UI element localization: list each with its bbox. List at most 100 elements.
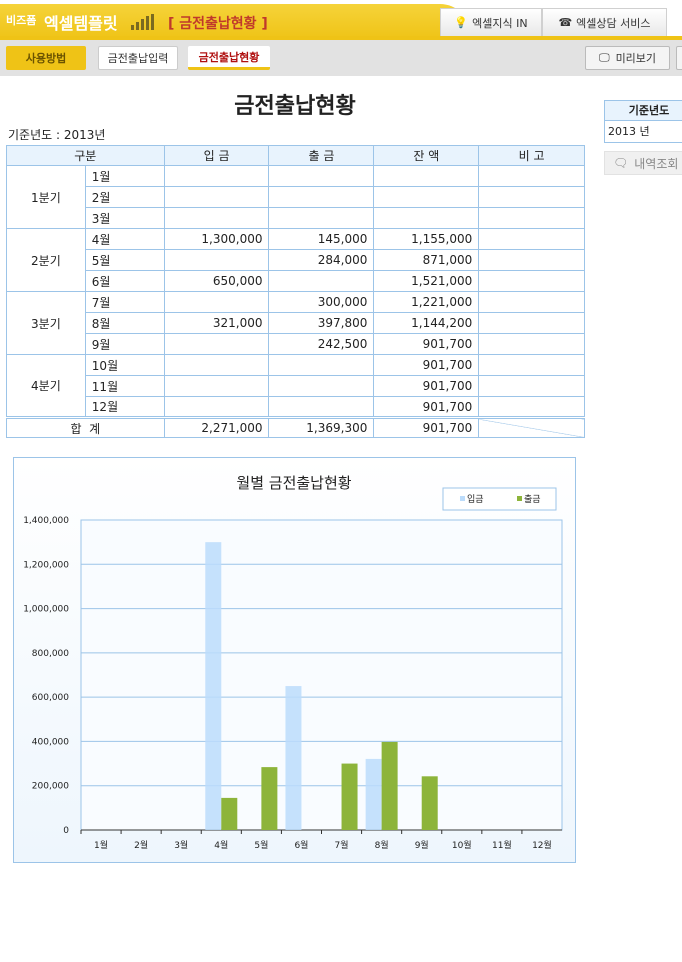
in-cell[interactable] <box>163 249 270 271</box>
balance-cell[interactable] <box>373 207 480 229</box>
y-tick-label: 0 <box>63 826 69 836</box>
out-cell[interactable] <box>268 354 375 376</box>
toolbar: 사용방법 금전출납입력 금전출납현황 🖵 미리보기 <box>0 40 682 76</box>
year-select[interactable]: 2013 년 <box>604 121 682 143</box>
bar-out <box>421 776 438 830</box>
balance-cell[interactable]: 1,521,000 <box>373 270 480 292</box>
y-tick-label: 400,000 <box>32 737 69 747</box>
out-cell[interactable]: 242,500 <box>268 333 375 355</box>
balance-cell[interactable]: 871,000 <box>373 249 480 271</box>
table-row: 1분기 1월 <box>6 165 585 229</box>
header-category: 구분 <box>6 145 165 166</box>
out-cell[interactable] <box>268 165 375 187</box>
tab-excel-consult[interactable]: ☎ 엑셀상담 서비스 <box>542 8 667 36</box>
total-balance: 901,700 <box>373 416 480 438</box>
y-tick-label: 1,400,000 <box>23 516 69 526</box>
in-cell[interactable] <box>163 375 270 397</box>
month-cell: 9월 <box>84 333 165 355</box>
table-row: 6월 650,000 1,521,000 <box>7 270 585 292</box>
in-cell[interactable]: 650,000 <box>163 270 270 292</box>
input-sheet-button[interactable]: 금전출납입력 <box>98 46 178 70</box>
chart-title: 월별 금전출납현황 <box>236 474 351 492</box>
x-tick-label: 7월 <box>335 839 349 851</box>
table-row: 3월 <box>7 207 585 229</box>
total-note <box>478 416 585 438</box>
in-cell[interactable] <box>163 291 270 313</box>
legend-swatch <box>517 496 522 501</box>
out-cell[interactable]: 284,000 <box>268 249 375 271</box>
in-cell[interactable] <box>163 165 270 187</box>
balance-cell[interactable]: 1,221,000 <box>373 291 480 313</box>
top-bar: 비즈폼 엑셀템플릿 [ 금전출납현황 ] 💡 엑셀지식 IN ☎ 엑셀상담 서비스 <box>0 0 682 40</box>
note-cell[interactable] <box>478 165 585 187</box>
status-sheet-button[interactable]: 금전출납현황 <box>188 46 270 70</box>
balance-cell[interactable]: 1,155,000 <box>373 228 480 250</box>
table-row: 4분기 10월 901,700 <box>6 354 585 418</box>
legend-label: 입금 <box>467 493 484 505</box>
note-cell[interactable] <box>478 291 585 313</box>
bar-out <box>341 763 358 830</box>
in-cell[interactable]: 321,000 <box>163 312 270 334</box>
bulb-icon: 💡 <box>454 16 469 29</box>
note-cell[interactable] <box>478 249 585 271</box>
out-cell[interactable] <box>268 186 375 208</box>
preview-button[interactable]: 🖵 미리보기 <box>585 46 670 70</box>
query-button[interactable]: 🗨 내역조회 <box>604 151 682 175</box>
note-cell[interactable] <box>478 228 585 250</box>
in-cell[interactable] <box>163 354 270 376</box>
note-cell[interactable] <box>478 186 585 208</box>
next-toolbar-button[interactable] <box>676 46 682 70</box>
balance-cell[interactable] <box>373 165 480 187</box>
month-cell: 4월 <box>84 228 165 250</box>
app-title: [ 금전출납현황 ] <box>168 16 268 32</box>
in-cell[interactable] <box>163 396 270 418</box>
quarter-cell: 4분기 <box>6 354 86 418</box>
header-note: 비 고 <box>478 145 585 166</box>
table-row: 9월 242,500 901,700 <box>7 333 585 355</box>
out-cell[interactable] <box>268 396 375 418</box>
balance-cell[interactable]: 1,144,200 <box>373 312 480 334</box>
y-tick-label: 600,000 <box>32 693 69 703</box>
note-cell[interactable] <box>478 270 585 292</box>
plot-area <box>80 519 563 831</box>
y-tick-label: 800,000 <box>32 649 69 659</box>
in-cell[interactable] <box>163 333 270 355</box>
table-row: 5월 284,000 871,000 <box>7 249 585 271</box>
in-cell[interactable] <box>163 186 270 208</box>
quarter-cell: 2분기 <box>6 228 86 292</box>
out-cell[interactable]: 397,800 <box>268 312 375 334</box>
logo-small: 비즈폼 <box>6 14 37 27</box>
out-cell[interactable] <box>268 375 375 397</box>
note-cell[interactable] <box>478 312 585 334</box>
balance-cell[interactable]: 901,700 <box>373 396 480 418</box>
phone-icon: ☎ <box>558 16 573 29</box>
balance-cell[interactable]: 901,700 <box>373 375 480 397</box>
balance-cell[interactable] <box>373 186 480 208</box>
balance-cell[interactable]: 901,700 <box>373 333 480 355</box>
chart: 0 200,000 400,000 600,000 800,000 1,000,000 1,… <box>13 457 576 863</box>
note-cell[interactable] <box>478 375 585 397</box>
month-cell: 5월 <box>84 249 165 271</box>
balance-cell[interactable]: 901,700 <box>373 354 480 376</box>
quarter-cell: 3분기 <box>6 291 86 355</box>
tab-excel-knowledge[interactable]: 💡 엑셀지식 IN <box>440 8 542 36</box>
in-cell[interactable] <box>163 207 270 229</box>
year-label: 기준년도 : 2013년 <box>8 128 106 142</box>
month-cell: 2월 <box>84 186 165 208</box>
out-cell[interactable]: 300,000 <box>268 291 375 313</box>
howto-button[interactable]: 사용방법 <box>6 46 86 70</box>
note-cell[interactable] <box>478 333 585 355</box>
out-cell[interactable] <box>268 207 375 229</box>
header-balance: 잔 액 <box>373 145 480 166</box>
y-tick-label: 200,000 <box>32 782 69 792</box>
note-cell[interactable] <box>478 396 585 418</box>
month-cell: 12월 <box>84 396 165 418</box>
out-cell[interactable] <box>268 270 375 292</box>
table-row: 3분기 7월 300,000 1,221,000 <box>6 291 585 355</box>
note-cell[interactable] <box>478 354 585 376</box>
note-cell[interactable] <box>478 207 585 229</box>
header-out: 출 금 <box>268 145 375 166</box>
year-header: 기준년도 <box>604 100 682 121</box>
out-cell[interactable]: 145,000 <box>268 228 375 250</box>
in-cell[interactable]: 1,300,000 <box>163 228 270 250</box>
